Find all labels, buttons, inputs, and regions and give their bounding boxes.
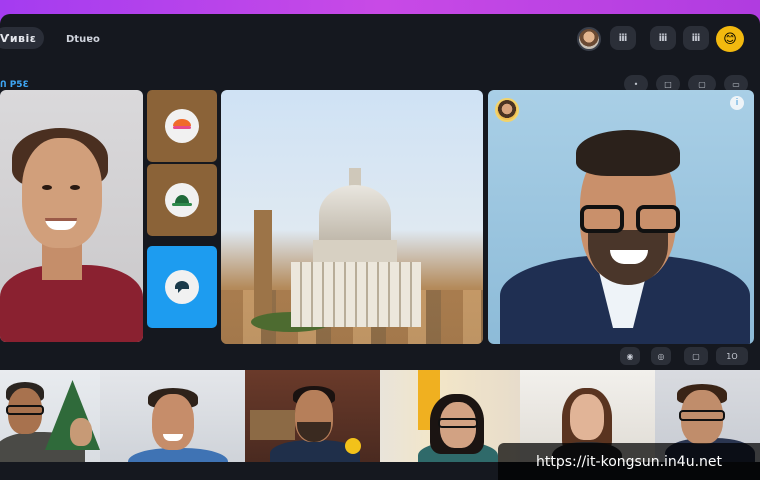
participant-tile-2[interactable] [488,90,754,344]
speaker-avatar[interactable] [495,98,519,122]
side-action-button-2[interactable] [147,164,217,236]
screen-share-tile[interactable] [221,90,483,344]
info-icon[interactable]: i [730,96,744,110]
basilica-facade [291,262,421,327]
bell-tower [254,210,272,320]
user-avatar[interactable] [577,27,601,51]
thumbnail-participant-3[interactable] [245,370,380,462]
mid-control-1[interactable]: ◉ [620,347,640,365]
top-bar: Ѵивіε Dtuɐo ⅲ ⅲ ⅲ 😊 [0,14,760,64]
side-action-button-3[interactable] [147,246,217,328]
mid-control-2[interactable]: ◎ [651,347,671,365]
green-hat-icon [165,183,199,217]
app-logo: Ѵивіε [0,32,37,45]
thumbnail-participant-2[interactable] [100,370,245,462]
header-button-2[interactable]: ⅲ [650,26,676,50]
mid-control-3[interactable]: ▢ [684,347,708,365]
chat-icon [165,270,199,304]
glasses [580,205,680,233]
header-button-3[interactable]: ⅲ [683,26,709,50]
reaction-emoji-button[interactable]: 😊 [716,26,744,52]
orange-status-icon [165,109,199,143]
watermark-url: https://it-kongsun.in4u.net [498,443,760,480]
app-title: Dtuɐo [66,34,100,45]
header-button-1[interactable]: ⅲ [610,26,636,50]
mid-control-4[interactable]: 1O [716,347,748,365]
participant-tile-1[interactable] [0,90,143,342]
side-action-button-1[interactable] [147,90,217,162]
thumbnail-participant-1[interactable] [0,370,100,462]
session-label: Ո Ρ5Ɛ [0,80,29,90]
participant-face [22,138,102,248]
basilica-dome [319,185,391,245]
